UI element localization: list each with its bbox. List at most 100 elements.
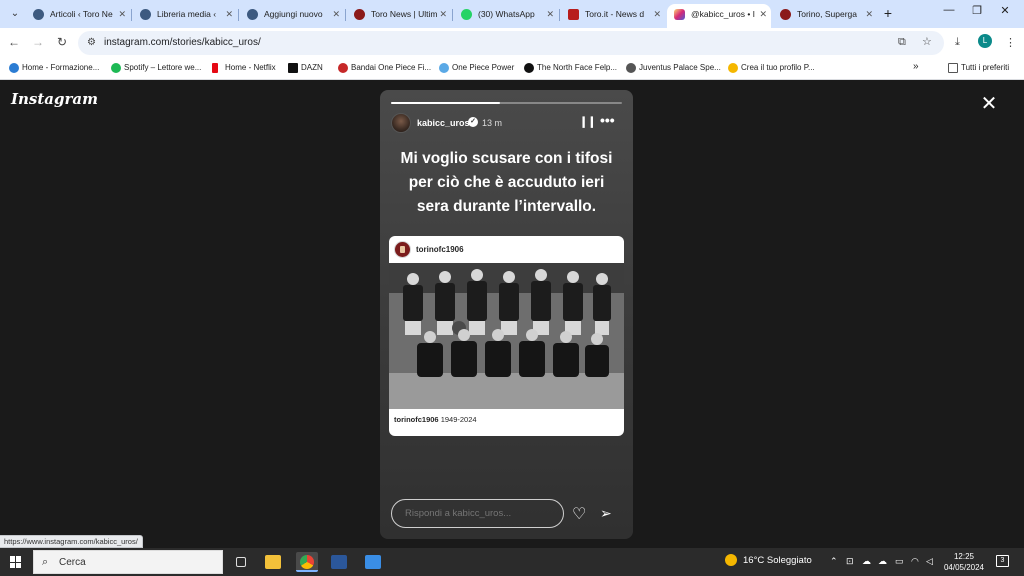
bookmark-item[interactable]: DAZN <box>288 62 323 74</box>
bookmark-item[interactable]: Juventus Palace Spe... <box>626 62 721 74</box>
story-progress-fill <box>391 102 500 104</box>
heart-icon[interactable]: ♡ <box>572 504 586 524</box>
tab-6-active[interactable]: @kabicc_uros • I ✕ <box>667 4 771 28</box>
windows-start-icon[interactable] <box>10 556 22 568</box>
instagram-story-page: Instagram ✕ kabicc_uros ✓ 13 m ❙❙ ••• Mi… <box>0 81 1024 547</box>
notifications-icon[interactable]: 3 <box>996 555 1009 567</box>
bookmark-item[interactable]: Home - Formazione... <box>9 62 99 74</box>
tab-4[interactable]: (30) WhatsApp ✕ <box>454 4 558 28</box>
more-options-icon[interactable]: ••• <box>600 112 615 128</box>
battery-icon[interactable]: ▭ <box>895 556 904 567</box>
more-bookmarks-button[interactable]: » <box>913 61 919 73</box>
shared-post-card[interactable]: torinofc1906 torinofc1906 1949-2024 <box>389 236 624 436</box>
spotify-icon <box>111 63 121 73</box>
bookmark-label: Tutti i preferiti <box>961 63 1010 72</box>
back-arrow-icon[interactable]: ← <box>6 35 22 49</box>
bookmark-item[interactable]: Crea il tuo profilo P... <box>728 62 815 74</box>
dazn-icon <box>288 63 298 73</box>
reply-input[interactable] <box>405 508 555 519</box>
bookmark-label: Home - Netflix <box>225 63 276 72</box>
search-icon: ⌕ <box>42 556 49 568</box>
volume-icon[interactable]: ◁ <box>926 556 933 567</box>
pause-icon[interactable]: ❙❙ <box>579 115 596 128</box>
profile-bookmark-icon <box>728 63 738 73</box>
story-viewer[interactable]: kabicc_uros ✓ 13 m ❙❙ ••• Mi voglio scus… <box>380 90 633 539</box>
instagram-icon <box>674 9 685 20</box>
onedrive-icon[interactable]: ☁ <box>878 556 887 567</box>
taskbar-clock[interactable]: 12:25 04/05/2024 <box>940 551 988 573</box>
tab-0[interactable]: Articoli ‹ Toro Ne ✕ <box>26 4 130 28</box>
tab-search-chevron-icon[interactable]: ⌄ <box>6 5 24 23</box>
close-tab-icon[interactable]: ✕ <box>759 4 767 24</box>
address-bar[interactable]: ⚙ instagram.com/stories/kabicc_uros/ ⧉ ☆ <box>78 31 944 55</box>
browser-toolbar: ← → ↻ ⚙ instagram.com/stories/kabicc_uro… <box>0 28 1024 58</box>
cloud-icon[interactable]: ☁ <box>862 556 871 567</box>
close-icon[interactable]: ✕ <box>978 93 1000 115</box>
close-tab-icon[interactable]: ✕ <box>225 4 233 24</box>
instagram-logo[interactable]: Instagram <box>11 90 98 108</box>
all-bookmarks-folder[interactable]: Tutti i preferiti <box>948 62 1009 74</box>
app-icon[interactable] <box>362 552 384 572</box>
torino-fc-logo-avatar <box>394 241 411 258</box>
close-tab-icon[interactable]: ✕ <box>439 4 447 24</box>
tab-1[interactable]: Libreria media ‹ ✕ <box>133 4 237 28</box>
weather-widget[interactable]: 16°C Soleggiato <box>725 554 812 566</box>
close-tab-icon[interactable]: ✕ <box>865 4 873 24</box>
tab-5[interactable]: Toro.it - News d ✕ <box>561 4 665 28</box>
site-info-icon[interactable]: ⚙ <box>87 37 96 48</box>
bookmark-item[interactable]: Home - Netflix <box>212 62 276 74</box>
bookmark-item[interactable]: One Piece Power <box>439 62 514 74</box>
story-timestamp: 13 m <box>482 118 503 128</box>
wordpress-icon <box>140 9 151 20</box>
restore-icon[interactable]: ❐ <box>968 4 986 17</box>
install-app-icon[interactable]: ⧉ <box>898 36 906 49</box>
file-explorer-icon[interactable] <box>262 552 284 572</box>
windows-taskbar: ⌕ Cerca 16°C Soleggiato ⌃ ⊡ ☁ ☁ ▭ ◠ ◁ 12… <box>0 548 1024 576</box>
close-tab-icon[interactable]: ✕ <box>546 4 554 24</box>
tab-7[interactable]: Torino, Superga ✕ <box>773 4 877 28</box>
story-progress-bar <box>391 102 622 104</box>
story-username[interactable]: kabicc_uros <box>417 118 470 128</box>
tab-3[interactable]: Toro News | Ultim ✕ <box>347 4 451 28</box>
tab-divider <box>559 9 560 21</box>
task-view-icon[interactable] <box>230 552 252 572</box>
netflix-icon <box>212 63 218 73</box>
reload-icon[interactable]: ↻ <box>54 35 70 49</box>
download-icon[interactable]: ⤓ <box>955 36 960 49</box>
close-tab-icon[interactable]: ✕ <box>118 4 126 24</box>
wordpress-icon <box>33 9 44 20</box>
send-icon[interactable]: ➢ <box>600 505 612 522</box>
sun-icon <box>725 554 737 566</box>
bookmark-item[interactable]: The North Face Felp... <box>524 62 617 74</box>
bookmark-star-icon[interactable]: ☆ <box>922 35 932 48</box>
chrome-icon[interactable] <box>296 552 318 572</box>
tab-title: Libreria media ‹ <box>157 9 217 19</box>
forward-arrow-icon[interactable]: → <box>30 35 46 49</box>
bookmarks-bar: Home - Formazione... Spotify – Lettore w… <box>0 58 1024 80</box>
tab-title: Toro.it - News d <box>585 9 645 19</box>
tab-2[interactable]: Aggiungi nuovo ✕ <box>240 4 344 28</box>
post-caption: torinofc1906 1949-2024 <box>394 415 477 424</box>
whatsapp-icon <box>461 9 472 20</box>
close-tab-icon[interactable]: ✕ <box>653 4 661 24</box>
taskbar-search[interactable]: ⌕ Cerca <box>33 550 223 574</box>
search-label: Cerca <box>59 557 86 568</box>
chevron-up-icon[interactable]: ⌃ <box>830 556 838 567</box>
new-tab-button[interactable]: + <box>880 4 896 22</box>
profile-avatar[interactable]: L <box>978 34 992 48</box>
bookmark-item[interactable]: Bandai One Piece Fi... <box>338 62 431 74</box>
close-tab-icon[interactable]: ✕ <box>332 4 340 24</box>
word-icon[interactable] <box>328 552 350 572</box>
minimize-icon[interactable]: — <box>940 4 958 16</box>
bookmark-item[interactable]: Spotify – Lettore we... <box>111 62 201 74</box>
browser-menu-icon[interactable]: ⋮ <box>1005 36 1016 49</box>
reply-box[interactable] <box>391 499 564 528</box>
tray-app-icon[interactable]: ⊡ <box>846 556 854 567</box>
bookmark-label: Spotify – Lettore we... <box>124 63 202 72</box>
bookmark-label: DAZN <box>301 63 323 72</box>
bookmark-label: One Piece Power <box>452 63 515 72</box>
close-window-icon[interactable]: ✕ <box>996 4 1014 17</box>
avatar[interactable] <box>391 113 411 133</box>
caption-username: torinofc1906 <box>394 415 439 424</box>
wifi-icon[interactable]: ◠ <box>911 556 919 567</box>
